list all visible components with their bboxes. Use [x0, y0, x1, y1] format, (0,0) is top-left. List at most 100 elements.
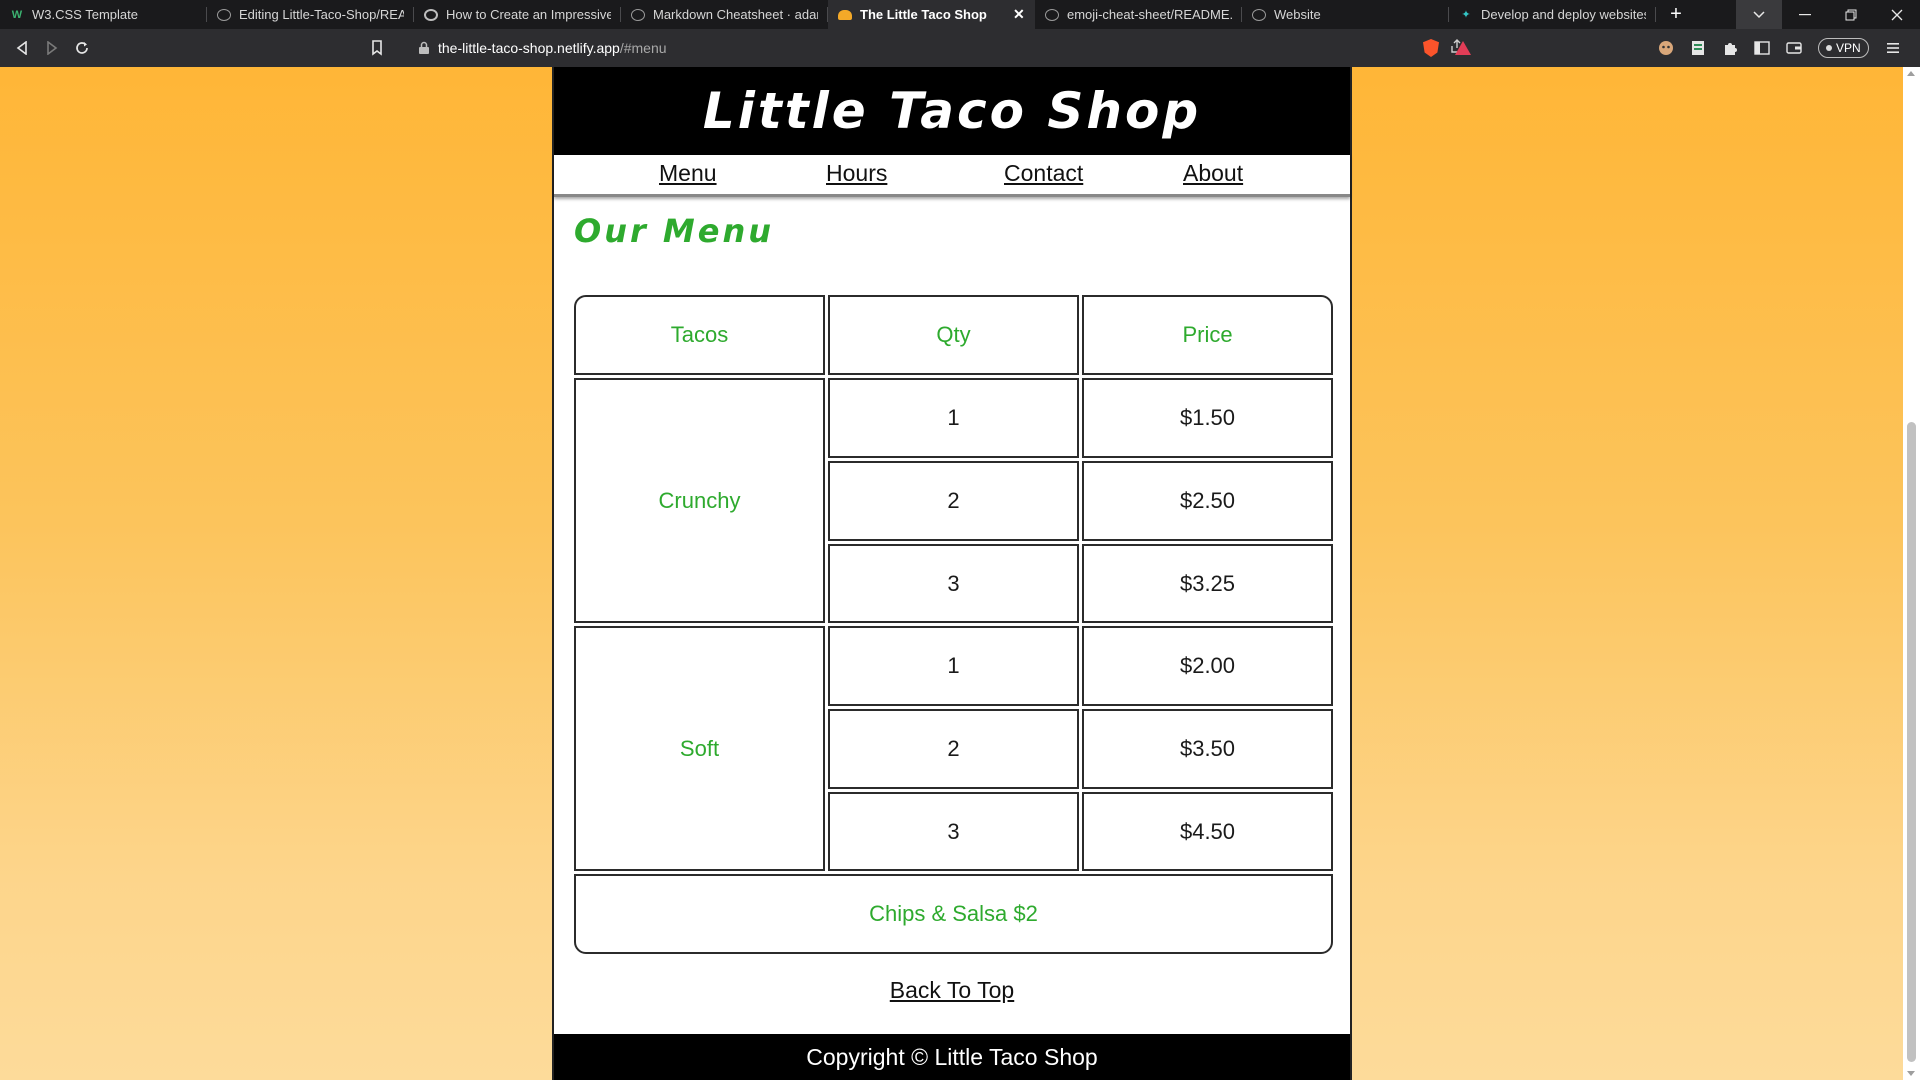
tab-title: Develop and deploy websites a — [1481, 7, 1646, 22]
tab-title: Editing Little-Taco-Shop/README — [239, 7, 404, 22]
back-to-top-link[interactable]: Back To Top — [554, 977, 1350, 1004]
chevron-down-icon — [1753, 10, 1765, 18]
table-cell-qty: 2 — [828, 461, 1079, 541]
table-cell-qty: 2 — [828, 709, 1079, 789]
vpn-label: VPN — [1836, 41, 1861, 55]
netlify-icon: ✦ — [1461, 9, 1471, 21]
tab-title: The Little Taco Shop — [860, 7, 987, 22]
site-title: Little Taco Shop — [702, 82, 1202, 140]
tab-website[interactable]: Website — [1242, 0, 1449, 29]
table-cell-price: $1.50 — [1082, 378, 1333, 458]
tab-title: emoji-cheat-sheet/README.md — [1067, 7, 1232, 22]
vpn-button[interactable]: VPN — [1818, 38, 1869, 58]
sidebar-button[interactable] — [1746, 33, 1778, 63]
page-container: Little Taco Shop Menu Hours Contact Abou… — [552, 67, 1352, 1080]
table-cell-price: $3.25 — [1082, 544, 1333, 623]
w3-icon: W — [11, 8, 23, 21]
sheet-icon — [1692, 41, 1704, 55]
shields-area — [1415, 33, 1479, 63]
site-header: Little Taco Shop — [554, 67, 1350, 155]
extensions-button[interactable] — [1714, 33, 1746, 63]
extensions-area: VPN — [1650, 33, 1909, 63]
brave-lion-icon — [1423, 39, 1439, 57]
tab-title: W3.CSS Template — [32, 7, 138, 22]
table-cell-qty: 3 — [828, 544, 1079, 623]
puzzle-icon — [1725, 43, 1737, 55]
bat-triangle-icon — [1455, 41, 1471, 55]
restore-icon — [1845, 9, 1857, 20]
scrollbar-thumb[interactable] — [1907, 422, 1916, 1062]
vpn-status-dot — [1826, 45, 1832, 51]
browser-toolbar: the-little-taco-shop.netlify.app/#menu V… — [0, 29, 1920, 67]
site-footer: Copyright © Little Taco Shop — [554, 1034, 1350, 1080]
table-footer-chips-salsa: Chips & Salsa $2 — [574, 874, 1333, 954]
page-viewport: Little Taco Shop Menu Hours Contact Abou… — [0, 67, 1920, 1080]
extension-sheet-button[interactable] — [1682, 33, 1714, 63]
window-controls — [1736, 0, 1920, 29]
tab-emoji-cheat-sheet[interactable]: emoji-cheat-sheet/README.md — [1035, 0, 1242, 29]
wallet-icon — [1786, 42, 1802, 54]
table-cell-qty: 1 — [828, 378, 1079, 458]
extension-face-icon — [1659, 41, 1673, 55]
github-icon — [217, 8, 231, 21]
tab-editing-readme[interactable]: Editing Little-Taco-Shop/README — [207, 0, 414, 29]
reload-icon — [76, 42, 88, 54]
address-bar[interactable]: the-little-taco-shop.netlify.app/#menu — [400, 34, 1475, 62]
table-header-qty: Qty — [828, 295, 1079, 375]
close-window-button[interactable] — [1874, 0, 1920, 29]
tab-impressive-github[interactable]: How to Create an Impressive GitHub — [414, 0, 621, 29]
menu-heading: Our Menu — [574, 212, 775, 250]
tab-netlify[interactable]: ✦ Develop and deploy websites a — [1449, 0, 1656, 29]
tab-little-taco-shop[interactable]: The Little Taco Shop ✕ — [828, 0, 1035, 29]
table-cell-price: $2.50 — [1082, 461, 1333, 541]
table-cell-qty: 1 — [828, 626, 1079, 706]
close-icon — [1891, 9, 1903, 20]
tab-strip: W W3.CSS Template Editing Little-Taco-Sh… — [0, 0, 1920, 29]
url-path: /#menu — [619, 40, 667, 56]
close-icon[interactable]: ✕ — [1013, 6, 1025, 23]
new-tab-button[interactable]: + — [1656, 0, 1696, 29]
main-menu-button[interactable] — [1877, 33, 1909, 63]
scroll-up-arrow-icon[interactable] — [1907, 71, 1915, 76]
restore-button[interactable] — [1828, 0, 1874, 29]
tab-w3css[interactable]: W W3.CSS Template — [0, 0, 207, 29]
sidebar-icon — [1754, 41, 1770, 55]
github-icon — [1045, 8, 1059, 21]
brave-rewards-button[interactable] — [1447, 33, 1479, 63]
tab-search-button[interactable] — [1736, 0, 1782, 29]
tab-markdown-cheatsheet[interactable]: Markdown Cheatsheet · adam-p — [621, 0, 828, 29]
nav-link-hours[interactable]: Hours — [826, 160, 887, 187]
tab-title: Markdown Cheatsheet · adam-p — [653, 7, 818, 22]
page-scrollbar[interactable] — [1903, 67, 1920, 1080]
table-header-tacos: Tacos — [574, 295, 825, 375]
scroll-down-arrow-icon[interactable] — [1907, 1071, 1915, 1076]
bookmark-icon[interactable] — [370, 38, 384, 58]
extension-button[interactable] — [1650, 33, 1682, 63]
brave-shields-button[interactable] — [1415, 33, 1447, 63]
table-group-soft: Soft — [574, 626, 825, 871]
tab-title: Website — [1274, 7, 1321, 22]
nav-link-menu[interactable]: Menu — [659, 160, 717, 187]
reload-button[interactable] — [67, 33, 97, 63]
site-icon — [424, 8, 438, 21]
forward-arrow-icon — [47, 41, 58, 55]
hamburger-menu-icon — [1886, 43, 1899, 53]
copyright-text: Copyright © Little Taco Shop — [806, 1043, 1098, 1070]
back-button[interactable] — [7, 33, 37, 63]
minimize-button[interactable] — [1782, 0, 1828, 29]
site-nav: Menu Hours Contact About — [554, 155, 1350, 197]
tab-title: How to Create an Impressive GitHub — [446, 7, 611, 22]
taco-icon — [838, 9, 852, 20]
nav-link-contact[interactable]: Contact — [1004, 160, 1083, 187]
url-host: the-little-taco-shop.netlify.app — [438, 40, 620, 56]
nav-link-about[interactable]: About — [1183, 160, 1243, 187]
forward-button[interactable] — [37, 33, 67, 63]
table-cell-qty: 3 — [828, 792, 1079, 871]
back-arrow-icon — [16, 41, 27, 55]
globe-icon — [1252, 8, 1266, 21]
wallet-button[interactable] — [1778, 33, 1810, 63]
table-group-crunchy: Crunchy — [574, 378, 825, 623]
table-cell-price: $4.50 — [1082, 792, 1333, 871]
lock-icon[interactable] — [418, 41, 430, 55]
github-icon — [631, 8, 645, 21]
